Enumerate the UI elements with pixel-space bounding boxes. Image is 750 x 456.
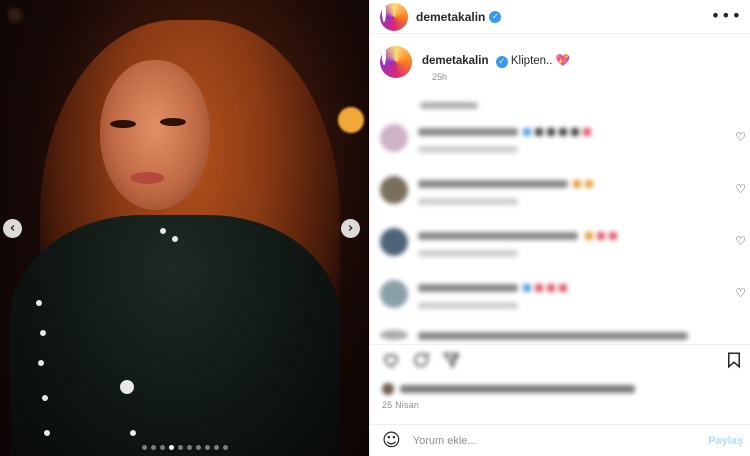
carousel-dot [141,445,147,450]
comment-item[interactable] [380,228,745,268]
post-media[interactable]: ‹ › [0,0,369,456]
see-translation-link[interactable] [420,102,478,109]
photo-sequin [42,395,48,401]
post-header: demetakalin ✓ ••• [370,0,750,34]
comment-icon[interactable] [412,351,430,369]
share-icon[interactable] [442,351,460,369]
caption-timestamp: 25h [432,72,448,82]
comment-item[interactable] [380,330,745,342]
verified-badge-icon: ✓ [489,10,502,23]
next-slide-button[interactable]: › [341,219,360,238]
carousel-dot [222,445,228,450]
carousel-dot [150,445,156,450]
photo-face [100,60,210,210]
carousel-dot [177,445,183,450]
emoji-picker-icon[interactable]: ☺ [382,431,401,450]
photo-sequin [172,236,178,242]
post-sidebar: demetakalin ✓ ••• demetakalin ✓ Klipten.… [369,0,750,456]
carousel-indicator [0,445,369,450]
more-options-icon[interactable]: ••• [711,6,742,25]
comment-item[interactable] [380,176,745,216]
photo-sequin [160,228,166,234]
prev-slide-button[interactable]: ‹ [3,219,22,238]
post-comment-button[interactable]: Paylaş [708,435,743,447]
post-author-username[interactable]: demetakalin [416,10,485,24]
photo-sequin [44,430,50,436]
comment-like-heart-icon[interactable]: ♡ [735,286,746,300]
photo-eye [110,120,136,128]
carousel-dot [186,445,192,450]
bookmark-icon[interactable] [725,351,743,369]
comment-composer: ☺ Paylaş [370,424,750,456]
photo-sequin [36,300,42,306]
caption-text: Klipten.. [510,55,553,67]
carousel-dot [204,445,210,450]
avatar[interactable] [380,46,412,78]
photo-sequin [38,360,44,366]
comment-item[interactable] [380,280,745,320]
carousel-dot [159,445,165,450]
comment-like-heart-icon[interactable]: ♡ [735,182,746,196]
comment-like-heart-icon[interactable]: ♡ [735,130,746,144]
carousel-dot [168,445,174,450]
comment-input[interactable] [412,434,703,447]
post-dialog: ‹ › demetakalin ✓ ••• demetakalin ✓ Klip… [0,0,750,456]
comment-like-heart-icon[interactable]: ♡ [735,234,746,248]
post-caption: demetakalin ✓ Klipten.. 💖 25h [380,46,570,82]
post-date: 25 Nisan [382,400,420,410]
photo-lips [130,172,164,184]
photo-sequin [120,380,134,394]
bokeh-light [8,8,22,22]
caption-emoji: 💖 [555,55,570,67]
heart-icon[interactable] [382,351,400,369]
verified-badge-icon: ✓ [495,56,508,68]
carousel-dot [213,445,219,450]
caption-username[interactable]: demetakalin [422,55,488,67]
photo-eye [160,118,186,126]
photo-sequin [130,430,136,436]
carousel-dot [195,445,201,450]
avatar[interactable] [380,2,408,31]
comment-item[interactable] [380,124,745,164]
photo-dress [10,215,340,456]
liked-by-row[interactable] [382,382,635,396]
photo-sequin [40,330,46,336]
bokeh-light [338,107,364,133]
post-actions-bar [370,344,750,372]
